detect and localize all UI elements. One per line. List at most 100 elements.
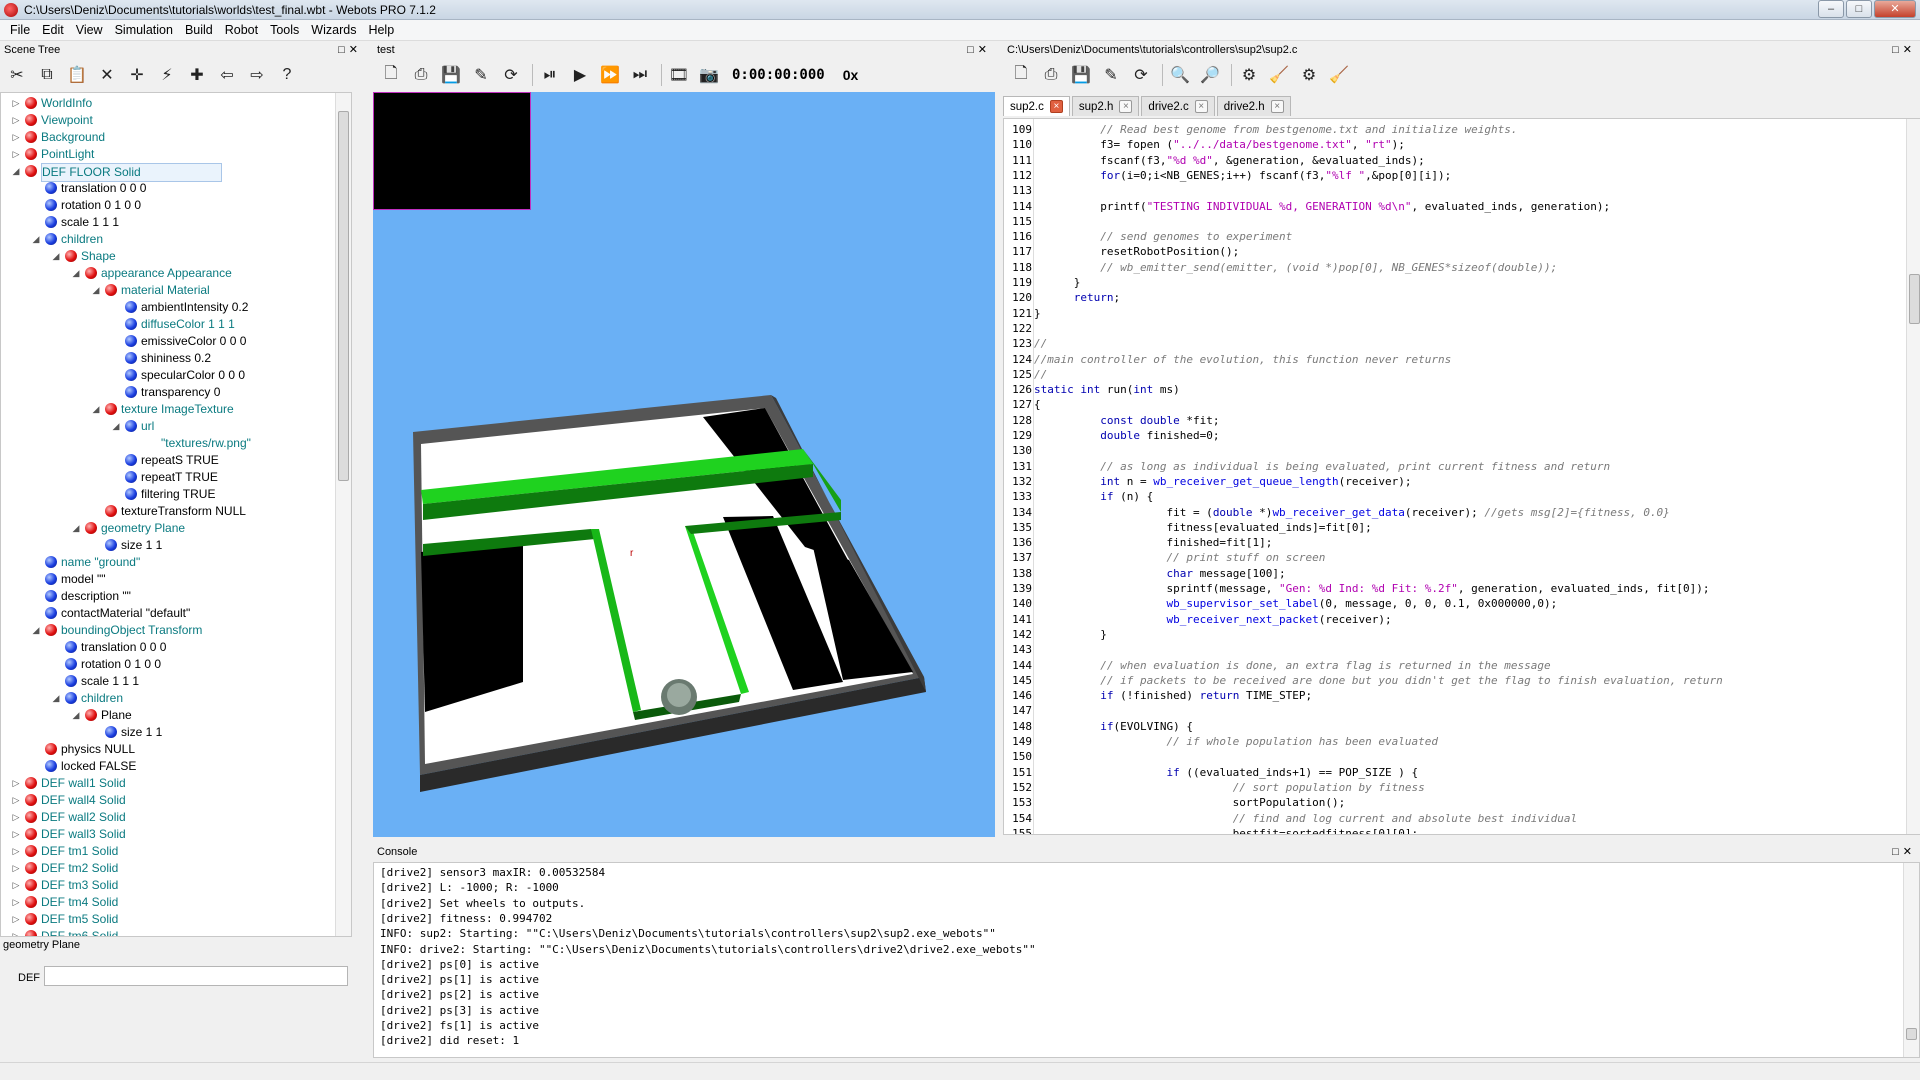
scene-tree-node[interactable]: textureTransform NULL (1, 503, 335, 520)
code-line[interactable]: f3= fopen ("../../data/bestgenome.txt", … (1034, 137, 1405, 152)
code-line[interactable]: // print stuff on screen (1034, 550, 1325, 565)
console-panel-buttons[interactable]: □✕ (1892, 844, 1916, 861)
tab-sup2-h[interactable]: sup2.h × (1071, 96, 1140, 116)
code-line[interactable]: double finished=0; (1034, 428, 1219, 443)
code-editor[interactable]: 109 110 111 112 113 114 115 116 117 118 119 120 121 1… (1003, 118, 1920, 835)
menu-build[interactable]: Build (179, 23, 219, 37)
screenshot-icon[interactable]: 📷 (696, 62, 722, 88)
collapse-arrow-icon[interactable]: ◢ (51, 690, 61, 707)
menu-simulation[interactable]: Simulation (109, 23, 179, 37)
reset-value-icon[interactable]: ✛ (124, 62, 150, 88)
menu-wizards[interactable]: Wizards (305, 23, 362, 37)
expand-arrow-icon[interactable]: ▷ (11, 894, 21, 911)
add-node-icon[interactable]: ✚ (184, 62, 210, 88)
expand-arrow-icon[interactable]: ▷ (11, 792, 21, 809)
code-line[interactable]: bestfit=sortedfitness[0][0]; (1034, 826, 1418, 834)
collapse-arrow-icon[interactable]: ◢ (71, 265, 81, 282)
export-icon[interactable]: ⇨ (244, 62, 270, 88)
minimize-button[interactable]: – (1818, 0, 1844, 18)
scene-tree-node[interactable]: ▷ DEF wall4 Solid (1, 792, 335, 809)
scene-tree-node[interactable]: model "" (1, 571, 335, 588)
scene-tree-node[interactable]: ▷ DEF tm1 Solid (1, 843, 335, 860)
console-scrollbar[interactable] (1903, 863, 1919, 1057)
scene-tree-node[interactable]: "textures/rw.png" (1, 435, 335, 452)
collapse-arrow-icon[interactable]: ◢ (111, 418, 121, 435)
code-line[interactable]: fscanf(f3,"%d %d", &generation, &evaluat… (1034, 153, 1425, 168)
cut-icon[interactable]: ✂ (4, 62, 30, 88)
code-line[interactable]: // sort population by fitness (1034, 780, 1425, 795)
scene-tree-node[interactable]: translation 0 0 0 (1, 180, 335, 197)
code-line[interactable]: // (1034, 336, 1047, 351)
scene-tree-node[interactable]: scale 1 1 1 (1, 673, 335, 690)
scene-tree-node[interactable]: description "" (1, 588, 335, 605)
code-line[interactable]: const double *fit; (1034, 413, 1219, 428)
scene-tree[interactable]: ▷ WorldInfo ▷ Viewpoint ▷ Background ▷ PointLig… (0, 92, 352, 937)
code-line[interactable]: } (1034, 275, 1081, 290)
code-line[interactable]: static int run(int ms) (1034, 382, 1180, 397)
view3d-panel-buttons[interactable]: □✕ (967, 42, 991, 59)
code-line[interactable]: char message[100]; (1034, 566, 1285, 581)
scene-tree-node[interactable]: size 1 1 (1, 537, 335, 554)
code-line[interactable]: } (1034, 306, 1041, 321)
help-icon[interactable]: ? (274, 62, 300, 88)
scene-tree-scrollbar[interactable] (335, 93, 351, 936)
expand-arrow-icon[interactable]: ▷ (11, 809, 21, 826)
code-line[interactable]: //main controller of the evolution, this… (1034, 352, 1451, 367)
scene-tree-node[interactable]: rotation 0 1 0 0 (1, 656, 335, 673)
code-line[interactable]: if(EVOLVING) { (1034, 719, 1193, 734)
scene-tree-node[interactable]: repeatT TRUE (1, 469, 335, 486)
scene-tree-node[interactable]: filtering TRUE (1, 486, 335, 503)
scene-tree-node[interactable]: ◢ appearance Appearance (1, 265, 335, 282)
expand-arrow-icon[interactable]: ▷ (11, 95, 21, 112)
menu-file[interactable]: File (4, 23, 36, 37)
run-icon[interactable]: ▶ (567, 62, 593, 88)
scene-tree-node[interactable]: specularColor 0 0 0 (1, 367, 335, 384)
scene-tree-node[interactable]: ▷ DEF wall3 Solid (1, 826, 335, 843)
code-line[interactable]: // send genomes to experiment (1034, 229, 1292, 244)
scene-tree-node[interactable]: contactMaterial "default" (1, 605, 335, 622)
console-output[interactable]: [drive2] sensor3 maxIR: 0.00532584 [drive… (373, 862, 1920, 1058)
3d-view[interactable]: r (373, 92, 995, 837)
scene-tree-node[interactable]: emissiveColor 0 0 0 (1, 333, 335, 350)
scene-tree-node[interactable]: ▷ DEF tm6 Solid (1, 928, 335, 936)
replace-icon[interactable]: 🔎 (1197, 62, 1223, 88)
code-line[interactable]: { (1034, 397, 1041, 412)
fast-icon[interactable]: ⏩ (597, 62, 623, 88)
collapse-arrow-icon[interactable]: ◢ (71, 707, 81, 724)
code-line[interactable]: if (n) { (1034, 489, 1153, 504)
transform-icon[interactable]: ⚡ (154, 62, 180, 88)
close-tab-icon[interactable]: × (1119, 100, 1133, 113)
collapse-arrow-icon[interactable]: ◢ (31, 622, 41, 639)
import-icon[interactable]: ⇦ (214, 62, 240, 88)
save-as-icon[interactable]: ✎ (468, 62, 494, 88)
menu-edit[interactable]: Edit (36, 23, 70, 37)
editor-scrollbar[interactable] (1906, 119, 1920, 834)
close-tab-icon[interactable]: × (1270, 100, 1284, 113)
collapse-arrow-icon[interactable]: ◢ (91, 401, 101, 418)
code-line[interactable]: wb_receiver_next_packet(receiver); (1034, 612, 1391, 627)
scene-tree-node[interactable]: ▷ DEF wall1 Solid (1, 775, 335, 792)
scene-tree-node[interactable]: ◢ Plane (1, 707, 335, 724)
code-line[interactable]: int n = wb_receiver_get_queue_length(rec… (1034, 474, 1411, 489)
code-line[interactable]: if ((evaluated_inds+1) == POP_SIZE ) { (1034, 765, 1418, 780)
scene-tree-node[interactable]: ◢ geometry Plane (1, 520, 335, 537)
scene-tree-node[interactable]: ▷ DEF wall2 Solid (1, 809, 335, 826)
code-line[interactable]: fitness[evaluated_inds]=fit[0]; (1034, 520, 1371, 535)
scene-tree-node[interactable]: ◢ boundingObject Transform (1, 622, 335, 639)
code-line[interactable]: finished=fit[1]; (1034, 535, 1272, 550)
code-line[interactable]: if (!finished) return TIME_STEP; (1034, 688, 1312, 703)
collapse-arrow-icon[interactable]: ◢ (11, 163, 21, 180)
save-world-icon[interactable]: 💾 (438, 62, 464, 88)
code-line[interactable]: // as long as individual is being evalua… (1034, 459, 1610, 474)
code-line[interactable]: // if packets to be received are done bu… (1034, 673, 1723, 688)
save-all-icon[interactable]: ✎ (1098, 62, 1124, 88)
close-tab-icon[interactable]: × (1049, 100, 1063, 113)
scene-tree-node[interactable]: ◢ DEF FLOOR Solid (1, 163, 335, 182)
menu-view[interactable]: View (70, 23, 109, 37)
scene-tree-node[interactable]: name "ground" (1, 554, 335, 571)
scene-tree-node[interactable]: size 1 1 (1, 724, 335, 741)
editor-panel-buttons[interactable]: □✕ (1892, 42, 1916, 59)
scene-tree-node[interactable]: ◢ url (1, 418, 335, 435)
code-line[interactable]: // when evaluation is done, an extra fla… (1034, 658, 1550, 673)
menu-tools[interactable]: Tools (264, 23, 305, 37)
